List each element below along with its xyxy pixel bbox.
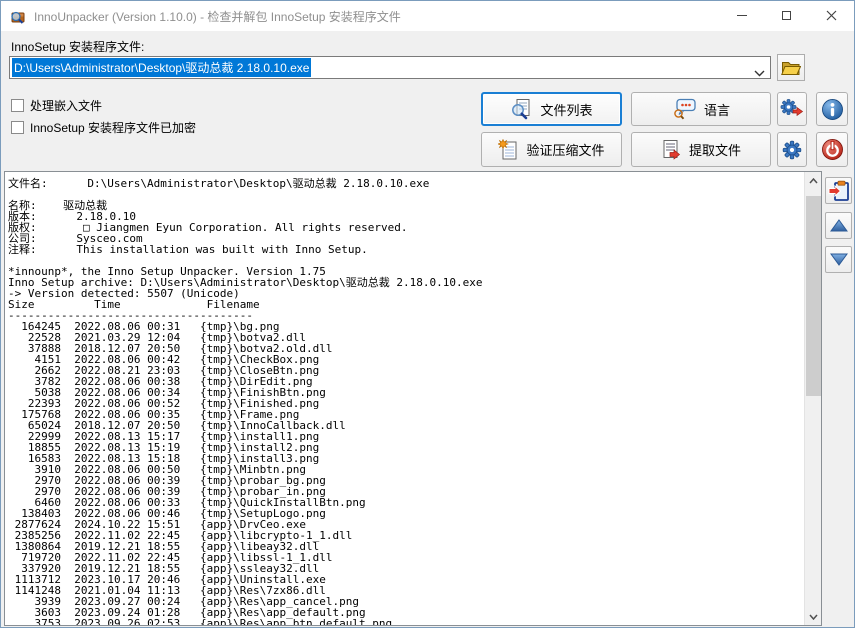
about-button[interactable] bbox=[816, 92, 848, 126]
chevron-up-icon bbox=[809, 178, 818, 184]
vertical-scrollbar[interactable] bbox=[804, 172, 821, 625]
encrypted-checkbox[interactable] bbox=[11, 121, 24, 134]
installer-file-label: InnoSetup 安装程序文件: bbox=[11, 38, 144, 55]
browse-button[interactable] bbox=[777, 54, 805, 81]
title-bar: InnoUnpacker (Version 1.10.0) - 检查并解包 In… bbox=[1, 1, 854, 31]
output-panel: 文件名: D:\Users\Administrator\Desktop\驱动总裁… bbox=[4, 171, 822, 626]
scroll-down-button[interactable] bbox=[805, 608, 822, 625]
extract-files-icon bbox=[661, 139, 681, 161]
app-icon bbox=[10, 8, 26, 24]
chevron-down-icon bbox=[809, 614, 818, 620]
extract-files-label: 提取文件 bbox=[689, 140, 741, 159]
clipboard-icon bbox=[827, 179, 851, 203]
process-embedded-checkbox[interactable] bbox=[11, 99, 24, 112]
triangle-down-icon bbox=[830, 253, 848, 266]
close-button[interactable] bbox=[809, 1, 854, 30]
option-process-embedded[interactable]: 处理嵌入文件 bbox=[11, 97, 102, 114]
power-icon bbox=[821, 138, 844, 161]
verify-archive-button[interactable]: 验证压缩文件 bbox=[481, 132, 622, 167]
scroll-to-bottom-button[interactable] bbox=[825, 246, 852, 273]
copy-to-clipboard-button[interactable] bbox=[825, 177, 852, 204]
installer-path-value[interactable]: D:\Users\Administrator\Desktop\驱动总裁 2.18… bbox=[12, 58, 311, 77]
verify-archive-icon bbox=[498, 139, 518, 161]
combobox-dropdown-icon[interactable] bbox=[754, 64, 765, 82]
extract-files-button[interactable]: 提取文件 bbox=[631, 132, 771, 167]
verify-archive-label: 验证压缩文件 bbox=[526, 140, 604, 159]
file-list-button[interactable]: 文件列表 bbox=[481, 92, 622, 126]
minimize-icon bbox=[737, 15, 747, 16]
option-encrypted[interactable]: InnoSetup 安装程序文件已加密 bbox=[11, 119, 196, 136]
process-embedded-label: 处理嵌入文件 bbox=[30, 97, 102, 114]
language-label: 语言 bbox=[704, 100, 730, 119]
maximize-icon bbox=[782, 11, 791, 20]
maximize-button[interactable] bbox=[764, 1, 809, 30]
open-folder-icon bbox=[781, 60, 801, 76]
unpack-options-button[interactable] bbox=[777, 92, 807, 126]
language-button[interactable]: 语言 bbox=[631, 92, 771, 126]
installer-path-combobox[interactable]: D:\Users\Administrator\Desktop\驱动总裁 2.18… bbox=[9, 56, 771, 79]
settings-button[interactable] bbox=[777, 132, 807, 167]
output-text[interactable]: 文件名: D:\Users\Administrator\Desktop\驱动总裁… bbox=[8, 178, 482, 626]
scroll-up-button[interactable] bbox=[805, 172, 822, 189]
close-icon bbox=[826, 10, 837, 21]
exit-button[interactable] bbox=[816, 132, 848, 167]
scrollbar-thumb[interactable] bbox=[806, 196, 821, 396]
innounpacker-window: InnoUnpacker (Version 1.10.0) - 检查并解包 In… bbox=[0, 0, 855, 628]
burst bbox=[498, 139, 508, 148]
language-icon bbox=[672, 98, 696, 120]
gear-icon bbox=[782, 140, 802, 160]
info-icon bbox=[821, 98, 844, 121]
encrypted-label: InnoSetup 安装程序文件已加密 bbox=[30, 119, 196, 136]
scroll-to-top-button[interactable] bbox=[825, 212, 852, 239]
file-list-label: 文件列表 bbox=[540, 100, 592, 119]
gear-forward-icon bbox=[780, 99, 804, 119]
file-list-icon bbox=[510, 98, 532, 120]
triangle-up-icon bbox=[830, 219, 848, 232]
window-title: InnoUnpacker (Version 1.10.0) - 检查并解包 In… bbox=[34, 8, 401, 25]
minimize-button[interactable] bbox=[719, 1, 764, 30]
